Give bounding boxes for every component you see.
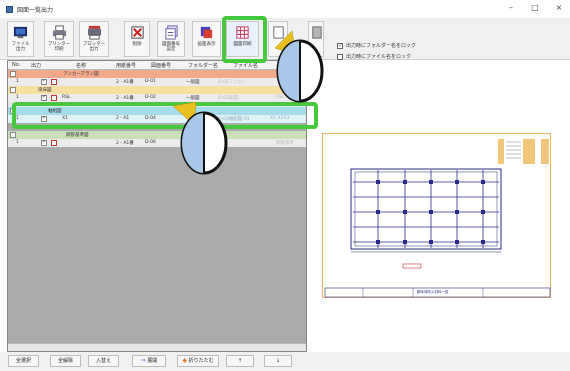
- numbered-pages-icon: [164, 25, 178, 40]
- row-name: X1: [62, 116, 68, 121]
- collapse-button[interactable]: ◆ 折りたたむ: [177, 355, 219, 367]
- row-file: D-01アンカー: [218, 80, 247, 85]
- output-options: ✓ 出力時にフォルダー名をロック 出力時にファイル名をロック: [337, 40, 416, 62]
- column-no[interactable]: No.: [12, 62, 20, 68]
- folder-name-lock-checkbox[interactable]: ✓: [337, 42, 343, 49]
- title-bar: 図面一覧出力 – □ ×: [0, 0, 570, 18]
- deselect-all-button[interactable]: 全解除: [50, 355, 81, 367]
- file-name-lock-option[interactable]: 出力時にファイル名をロック: [337, 51, 416, 62]
- collapse-label: 折りたたむ: [188, 358, 214, 364]
- delete-button[interactable]: 削除: [124, 21, 150, 57]
- group-checkbox[interactable]: [10, 108, 16, 114]
- plotter-icon: [87, 25, 101, 40]
- row-no: 1: [16, 79, 19, 84]
- expand-arrow-icon: ⇒: [140, 357, 146, 364]
- delete-label: 削除: [132, 42, 142, 47]
- pdf-icon: [51, 140, 57, 146]
- row-no: 1: [16, 95, 19, 100]
- monitor-icon: [13, 26, 28, 39]
- column-drawing-number[interactable]: 図面番号: [151, 62, 171, 69]
- row-output-checkbox[interactable]: [41, 78, 47, 85]
- pdf-icon: [51, 79, 57, 85]
- drawing-print-label: 図面印刷: [233, 42, 252, 47]
- row-no: 1: [16, 116, 19, 121]
- column-paper[interactable]: 用紙番号: [116, 62, 136, 69]
- folder-name-lock-label: 出力時にフォルダー名をロック: [346, 43, 417, 49]
- move-up-button[interactable]: ↑: [226, 355, 254, 367]
- file-output-label: ファイル 出力: [11, 42, 30, 52]
- file-output-button[interactable]: ファイル 出力: [7, 21, 34, 57]
- row-paper: 2 - A1番: [116, 141, 134, 146]
- row-paper: 2 - A1番: [116, 96, 134, 101]
- row-drawing-number: D-06: [145, 140, 156, 145]
- row-extra: 鋼管基準: [276, 141, 294, 146]
- group-row[interactable]: 鋼管基準図: [8, 131, 306, 139]
- select-all-button[interactable]: 全選択: [8, 355, 39, 367]
- row-output-checkbox[interactable]: [41, 139, 47, 146]
- preview-title-block: 鋼本体防火材料一覧: [417, 290, 449, 294]
- group-name: アンカーアラン図: [63, 72, 99, 77]
- printer-icon: [52, 25, 66, 40]
- row-drawing-number: D-04: [145, 116, 156, 121]
- group-name: 軸組図: [48, 109, 62, 114]
- plotter-output-button[interactable]: プロッター 出力: [79, 21, 109, 57]
- printer-print-label: プリンター 印刷: [47, 42, 71, 52]
- file-name-lock-label: 出力時にファイル名をロック: [346, 54, 412, 60]
- column-file[interactable]: ファイル名: [233, 62, 258, 69]
- row-name: RSL: [62, 95, 71, 100]
- group-name: 梁床図: [38, 88, 52, 93]
- group-row[interactable]: 軸組図: [8, 107, 306, 115]
- minimize-button[interactable]: –: [504, 3, 518, 12]
- group-name: 鋼管基準図: [66, 133, 89, 138]
- table-row[interactable]: 1 2 - A1番 D-06 一般図 鋼管基準: [8, 139, 306, 147]
- app-icon: [6, 5, 13, 13]
- bottom-bar: 全選択 全解除 入替え ⇒ 展開 ◆ 折りたたむ ↑ ↓: [0, 352, 570, 371]
- close-button[interactable]: ×: [552, 3, 566, 12]
- row-output-checkbox[interactable]: [41, 115, 47, 122]
- screen-display-label: 画面表示: [197, 42, 216, 47]
- row-no: 1: [16, 140, 19, 145]
- drawing-number-settings-label: 図面番号 設定: [162, 42, 180, 52]
- group-checkbox[interactable]: [10, 71, 16, 77]
- group-checkbox[interactable]: [10, 132, 16, 138]
- pdf-icon: [51, 95, 57, 101]
- maximize-button[interactable]: □: [528, 3, 542, 12]
- drawing-number-settings-button[interactable]: 図面番号 設定: [157, 21, 185, 57]
- print-grid-icon: [236, 26, 249, 39]
- column-output[interactable]: 出力: [31, 62, 41, 69]
- delete-icon: [130, 26, 144, 39]
- screen-display-icon: [200, 26, 213, 39]
- collapse-arrow-icon: ◆: [182, 357, 187, 364]
- window-title: 図面一覧出力: [17, 6, 54, 14]
- row-paper: 2 - A1番: [116, 80, 134, 85]
- screen-display-button[interactable]: 画面表示: [192, 21, 221, 57]
- column-name[interactable]: 名称: [76, 62, 86, 69]
- printer-print-button[interactable]: プリンター 印刷: [44, 21, 74, 57]
- horizontal-scrollbar[interactable]: [8, 343, 306, 351]
- drawing-print-button[interactable]: 図面印刷: [226, 21, 259, 57]
- expand-button[interactable]: ⇒ 展開: [132, 355, 166, 367]
- row-folder: 一般図: [186, 80, 200, 85]
- column-folder[interactable]: フォルダー名: [188, 62, 218, 69]
- folder-name-lock-option[interactable]: ✓ 出力時にフォルダー名をロック: [337, 40, 416, 51]
- move-down-button[interactable]: ↓: [264, 355, 292, 367]
- drawing-preview: 鋼本体防火材料一覧: [322, 133, 551, 298]
- plotter-output-label: プロッター 出力: [82, 42, 106, 52]
- group-checkbox[interactable]: [10, 87, 16, 93]
- structural-plan-drawing: [324, 139, 551, 298]
- pointer-pin-icon: [172, 101, 228, 175]
- row-output-checkbox[interactable]: [41, 94, 47, 101]
- row-extra: X1 X2X3: [270, 116, 290, 121]
- file-name-lock-checkbox[interactable]: [337, 53, 343, 60]
- swap-button[interactable]: 入替え: [88, 355, 119, 367]
- row-drawing-number: D-02: [145, 95, 156, 100]
- row-paper: 2 - A1: [116, 116, 130, 121]
- pointer-pin-icon: [274, 30, 324, 103]
- row-drawing-number: D-01: [145, 79, 156, 84]
- expand-label: 展開: [147, 358, 158, 364]
- table-row[interactable]: 1 X1 2 - A1 D-04 一般図 D-04軸組図-X1 X1 X2X3: [8, 115, 306, 123]
